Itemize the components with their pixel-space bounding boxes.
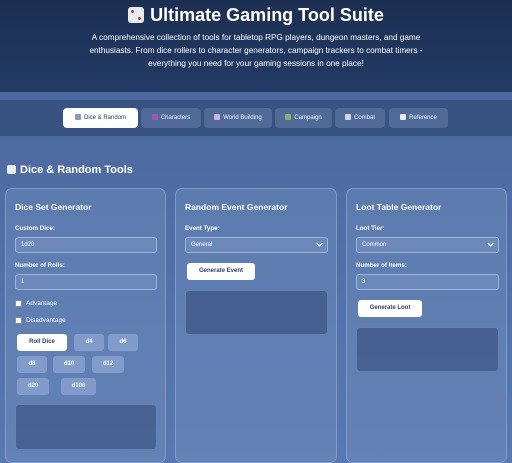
advantage-label: Advantage [26,300,58,307]
rolls-label: Number of Rolls: [15,262,65,269]
tab-characters[interactable]: Characters [141,108,201,128]
tab-dice-random[interactable]: Dice & Random [63,108,138,128]
disadvantage-checkbox[interactable] [15,317,22,324]
tab-world-building[interactable]: World Building [204,108,272,128]
event-type-select[interactable]: General [185,237,328,253]
tab-combat[interactable]: Combat [335,108,385,128]
custom-dice-label: Custom Dice: [15,225,55,232]
loot-tier-label: Loot Tier: [356,225,385,232]
card-title: Loot Table Generator [356,202,442,212]
d4-button[interactable]: d4 [74,334,104,351]
random-event-card: Random Event Generator Event Type: Gener… [175,188,337,463]
dice-icon [128,7,145,23]
d20-button[interactable]: d20 [17,378,49,395]
loot-table-card: Loot Table Generator Loot Tier: Common N… [346,188,507,463]
section-title: Dice & Random Tools [7,164,133,176]
dice-icon [74,114,81,120]
character-icon [151,114,158,120]
d8-button[interactable]: d8 [17,356,47,373]
book-icon [400,114,407,120]
page-title: Ultimate Gaming Tool Suite [150,5,384,25]
castle-icon [214,114,221,120]
d6-button[interactable]: d6 [108,334,138,351]
dice-result-output [15,404,157,450]
tab-campaign[interactable]: Campaign [275,108,332,128]
generate-loot-button[interactable]: Generate Loot [358,300,422,317]
subtitle-line-3: everything you need for your gaming sess… [148,59,364,68]
items-count-input[interactable]: 3 [356,274,499,290]
page-header: Ultimate Gaming Tool Suite A comprehensi… [0,0,512,92]
chevron-down-icon [316,242,323,247]
items-count-label: Number of Items: [356,262,407,269]
disadvantage-label: Disadvantage [26,317,66,324]
chevron-down-icon [487,242,494,247]
map-icon [285,114,292,120]
tab-reference[interactable]: Reference [389,108,448,128]
dice-icon [7,165,16,174]
subtitle-line-1: A comprehensive collection of tools for … [91,33,421,42]
d12-button[interactable]: d12 [92,356,124,373]
subtitle-line-2: enthusiasts. From dice rollers to charac… [89,46,423,55]
advantage-checkbox[interactable] [15,300,22,307]
generate-event-button[interactable]: Generate Event [187,263,255,280]
d10-button[interactable]: d10 [53,356,85,373]
custom-dice-input[interactable]: 1d20 [15,237,157,253]
dice-set-card: Dice Set Generator Custom Dice: 1d20 Num… [5,188,166,463]
roll-dice-button[interactable]: Roll Dice [17,334,67,351]
loot-result-output [356,327,499,372]
page-subtitle: A comprehensive collection of tools for … [60,31,452,70]
event-type-label: Event Type: [185,225,220,232]
page-title-row: Ultimate Gaming Tool Suite [0,4,512,26]
swords-icon [344,114,351,120]
d100-button[interactable]: d100 [61,378,96,395]
card-title: Dice Set Generator [15,202,92,212]
loot-tier-select[interactable]: Common [356,237,499,253]
card-title: Random Event Generator [185,202,288,212]
event-result-output [185,290,328,335]
rolls-input[interactable]: 1 [15,274,157,290]
